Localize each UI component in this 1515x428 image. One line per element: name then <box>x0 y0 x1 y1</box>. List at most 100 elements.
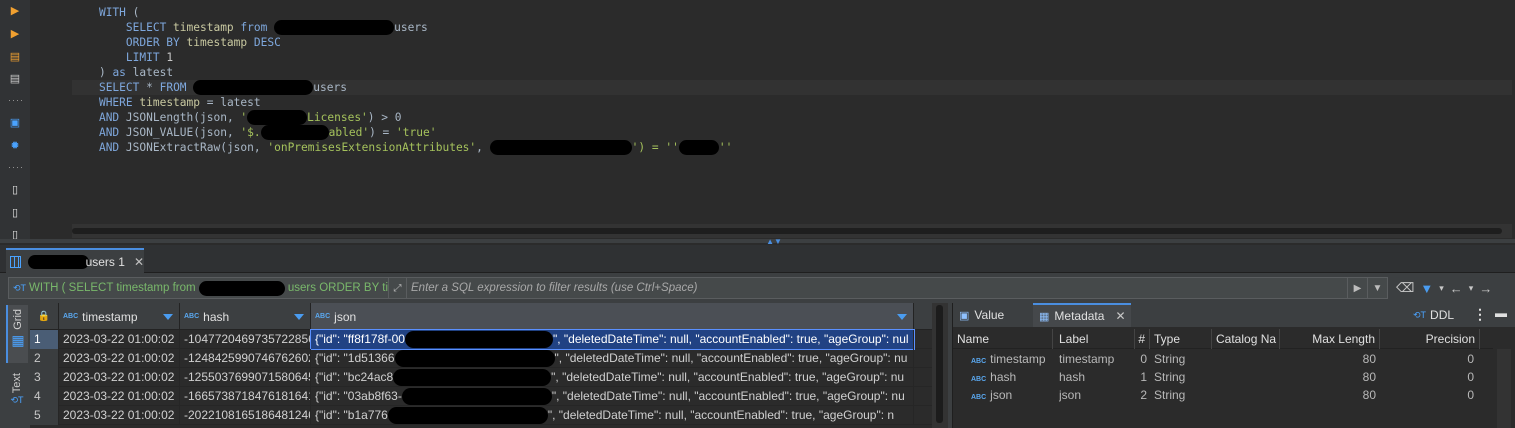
editor-horizontal-scrollbar[interactable] <box>72 224 1512 238</box>
header-name[interactable]: Name <box>953 329 1053 349</box>
back-arrow-icon[interactable]: ← <box>1450 281 1463 296</box>
cell-timestamp[interactable]: 2023-03-22 01:00:02 <box>59 330 180 349</box>
grid-vertical-scrollbar[interactable] <box>932 303 948 428</box>
row-number[interactable]: 3 <box>30 368 59 387</box>
sort-icon[interactable] <box>163 314 173 320</box>
cell-hash[interactable]: -2022108165186481246 <box>180 406 311 425</box>
code-line[interactable]: AND JSONLength(json, ' Licenses') > 0 <box>72 110 401 125</box>
metadata-vertical-scrollbar[interactable] <box>1497 349 1511 428</box>
tab-metadata[interactable]: ▦ Metadata ✕ <box>1033 303 1131 327</box>
load-script-icon[interactable]: ▯ <box>8 206 22 220</box>
json-text-end: ", "deletedDateTime": null, "accountEnab… <box>551 389 905 403</box>
code-line[interactable]: WITH ( <box>72 5 139 20</box>
tab-grid[interactable]: Grid ▦ <box>6 305 28 363</box>
terminal-icon[interactable]: ▣ <box>8 116 22 130</box>
table-row[interactable]: 3 2023-03-22 01:00:02 -1255037699071580645… <box>30 368 932 387</box>
cell-hash[interactable]: -1248425990746762602 <box>180 349 311 368</box>
cell-json[interactable]: {"id": "bc24ac8 ", "deletedDateTime": nul… <box>311 368 914 387</box>
results-tab-bar: users 1 ✕ <box>0 245 1515 273</box>
explain-plan-icon[interactable]: ▤ <box>8 72 22 86</box>
cell-hash[interactable]: -1665738718476181641 <box>180 387 311 406</box>
code-line[interactable]: WHERE timestamp = latest <box>72 95 261 110</box>
row-number[interactable]: 2 <box>30 349 59 368</box>
cell-timestamp[interactable]: 2023-03-22 01:00:02 <box>59 349 180 368</box>
cell-json[interactable]: {"id": "ff8f178f-00 ", "deletedDateTime":… <box>310 329 915 350</box>
cell-timestamp[interactable]: 2023-03-22 01:00:02 <box>59 387 180 406</box>
code-line[interactable]: SELECT * FROM users <box>72 80 347 95</box>
table-row[interactable]: 2 2023-03-22 01:00:02 -1248425990746762602… <box>30 349 932 368</box>
more-options-icon[interactable]: ⋮ <box>1473 306 1487 323</box>
scrollbar-thumb[interactable] <box>72 228 1502 234</box>
tab-text[interactable]: Text ⟲T <box>6 373 28 428</box>
row-number[interactable]: 4 <box>30 387 59 406</box>
code-line[interactable]: ) as latest <box>72 65 173 80</box>
sql-editor[interactable]: WITH ( SELECT timestamp from users ORDER… <box>30 0 1515 222</box>
execute-script-icon[interactable]: ▤ <box>8 50 22 64</box>
minimize-icon[interactable]: ▬ <box>1495 306 1507 320</box>
metadata-row[interactable]: ABC timestamp timestamp 0 String 80 0 <box>953 350 1493 368</box>
column-header-json[interactable]: ABC json <box>311 303 914 330</box>
cell-hash[interactable]: -1255037699071580645 <box>180 368 311 387</box>
redacted-text <box>28 254 89 269</box>
sql-keyword: WHERE <box>98 96 133 109</box>
tab-grid-label: Grid <box>12 309 24 330</box>
cell-timestamp[interactable]: 2023-03-22 01:00:02 <box>59 406 180 425</box>
execute-in-new-tab-icon[interactable]: ▶ <box>8 27 22 41</box>
meta-max-length: 80 <box>1362 388 1376 402</box>
header-max-length[interactable]: Max Length <box>1280 329 1380 349</box>
tab-results-users-1[interactable]: users 1 ✕ <box>6 248 144 273</box>
settings-gear-icon[interactable]: ✹ <box>8 139 22 153</box>
header-type[interactable]: Type <box>1150 329 1212 349</box>
filter-input[interactable] <box>407 278 1347 298</box>
header-catalog-name[interactable]: Catalog Na <box>1212 329 1280 349</box>
close-icon[interactable]: ✕ <box>134 255 144 269</box>
row-number[interactable]: 1 <box>30 330 59 349</box>
meta-name: ABC timestamp <box>971 350 1055 368</box>
tab-value[interactable]: ▣ Value <box>953 303 1029 327</box>
meta-label: timestamp <box>1059 352 1115 366</box>
metadata-row[interactable]: ABC json json 2 String 80 0 <box>953 386 1493 404</box>
ddl-button[interactable]: ⟲T DDL <box>1413 305 1454 325</box>
sort-icon[interactable] <box>294 314 304 320</box>
eraser-icon[interactable]: ⌫ <box>1396 280 1414 296</box>
cell-json[interactable]: {"id": "03ab8f63- ", "deletedDateTime": n… <box>311 387 914 406</box>
code-line[interactable]: ORDER BY timestamp DESC <box>72 35 281 50</box>
scrollbar-thumb[interactable] <box>936 305 943 423</box>
expand-icon[interactable]: ⤢ <box>389 278 407 298</box>
filter-icon[interactable]: ▼ <box>1420 281 1433 296</box>
filter-history-dropdown-icon[interactable]: ▼ <box>1367 278 1387 298</box>
column-header-hash[interactable]: ABC hash <box>180 303 311 330</box>
forward-arrow-icon[interactable]: → <box>1479 281 1492 296</box>
new-script-icon[interactable]: ▯ <box>8 183 22 197</box>
metadata-row[interactable]: ABC hash hash 1 String 80 0 <box>953 368 1493 386</box>
filter-query-history[interactable]: ⟲T WITH ( SELECT timestamp from users OR… <box>9 278 389 298</box>
cell-timestamp[interactable]: 2023-03-22 01:00:02 <box>59 368 180 387</box>
column-header-timestamp[interactable]: ABC timestamp <box>59 303 180 330</box>
cell-json[interactable]: {"id": "1d51366 ", "deletedDateTime": nul… <box>311 349 914 368</box>
table-row[interactable]: 1 2023-03-22 01:00:02 -1047720469735722856… <box>30 329 932 350</box>
row-number[interactable]: 5 <box>30 406 59 425</box>
execute-statement-icon[interactable]: ▶ <box>8 4 22 18</box>
sql-keyword: AND <box>98 126 120 139</box>
apply-filter-icon[interactable]: ▶ <box>1347 278 1367 298</box>
code-line[interactable]: AND JSONExtractRaw(json, 'onPremisesExte… <box>72 140 732 155</box>
table-row[interactable]: 5 2023-03-22 01:00:02 -2022108165186481246… <box>30 406 932 425</box>
filter-tools: ⌫ ▼ ▾ ← ▾ → <box>1396 277 1511 299</box>
header-precision[interactable]: Precision <box>1380 329 1480 349</box>
header-label[interactable]: Label <box>1055 329 1135 349</box>
sort-icon[interactable] <box>897 314 907 320</box>
json-text-start: {"id": "b1a776 <box>315 408 388 422</box>
code-line[interactable]: SELECT timestamp from users <box>72 20 428 35</box>
chevron-down-icon[interactable]: ▾ <box>1469 283 1474 294</box>
table-row[interactable]: 4 2023-03-22 01:00:02 -1665738718476181641… <box>30 387 932 406</box>
close-icon[interactable]: ✕ <box>1115 309 1125 323</box>
meta-label: hash <box>1059 370 1086 384</box>
code-line[interactable]: LIMIT 1 <box>72 50 173 65</box>
sql-token: users <box>394 21 428 34</box>
cell-hash[interactable]: -1047720469735722856 <box>180 330 311 349</box>
chevron-down-icon[interactable]: ▾ <box>1439 283 1444 294</box>
ddl-label: DDL <box>1430 308 1455 322</box>
header-index[interactable]: # <box>1135 329 1150 349</box>
cell-json[interactable]: {"id": "b1a776 ", "deletedDateTime": null… <box>311 406 914 425</box>
code-line[interactable]: AND JSON_VALUE(json, '$. abled') = 'true' <box>72 125 436 140</box>
